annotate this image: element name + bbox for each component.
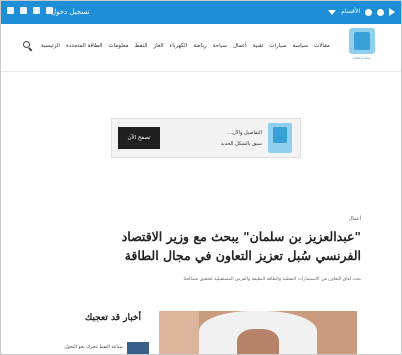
nav-item-gas[interactable]: الغاز	[153, 42, 163, 51]
article-headline[interactable]: "عبدالعزيز بن سلمان" يبحث مع وزير الاقتص…	[121, 227, 361, 265]
instagram-icon[interactable]	[7, 7, 14, 14]
article-summary: بحث آفاق التعاون في الاستثمارات النفطية …	[183, 277, 361, 282]
top-bar: تسجيل دخول الأقسام	[1, 1, 401, 24]
logo-subtitle: مجلة الطاقة	[353, 56, 371, 60]
nav-item-cars[interactable]: سيارات	[269, 42, 286, 51]
nav-item-tourism[interactable]: سياحة	[213, 42, 227, 51]
chevron-down-icon[interactable]	[328, 9, 337, 15]
nav-item-articles[interactable]: مقالات	[314, 42, 330, 51]
list-item[interactable]: صناعة النفط تتحرك نحو التحول	[59, 342, 149, 354]
page-frame: تسجيل دخول الأقسام الرئيسية الطاقة المتج…	[0, 0, 402, 355]
login-link[interactable]: تسجيل دخول	[51, 6, 90, 18]
ad-line-1: التفاصيل والآن…	[227, 130, 262, 136]
nav-item-business[interactable]: أعمال	[233, 42, 247, 51]
nav-item-home[interactable]: الرئيسية	[41, 42, 60, 51]
site-header: الرئيسية الطاقة المتجددة معلومات النفط ا…	[1, 24, 401, 72]
site-logo[interactable]: مجلة الطاقة	[345, 28, 379, 66]
ad-cta-button[interactable]: تصفح الآن	[118, 127, 160, 149]
nav-item-politics[interactable]: سياسة	[293, 42, 309, 51]
list-item-text: صناعة النفط تتحرك نحو التحول	[64, 345, 123, 350]
article-photo[interactable]	[159, 311, 357, 354]
nav-item-tech[interactable]: تقنية	[253, 42, 264, 51]
youtube-icon[interactable]	[20, 7, 27, 14]
search-icon[interactable]	[23, 41, 33, 52]
nav-item-electricity[interactable]: الكهرباء	[170, 42, 188, 51]
main-nav: الرئيسية الطاقة المتجددة معلومات النفط ا…	[41, 42, 351, 51]
ad-line-2: سيق بالشكل الجديد	[220, 141, 262, 147]
ad-banner[interactable]: التفاصيل والآن… سيق بالشكل الجديد تصفح ا…	[111, 118, 301, 158]
twitter-icon[interactable]	[33, 7, 40, 14]
nav-item-info[interactable]: معلومات	[108, 42, 128, 51]
nav-item-sports[interactable]: رياضة	[193, 42, 206, 51]
ad-logo	[268, 123, 292, 153]
sidebar-title: أخبار قد تعجبك	[84, 313, 141, 323]
play-icon[interactable]	[389, 8, 395, 16]
section-select[interactable]: الأقسام	[341, 6, 360, 18]
nav-item-renewable[interactable]: الطاقة المتجددة	[66, 42, 103, 51]
article-category[interactable]: أعمال	[349, 216, 361, 222]
social-links	[7, 7, 53, 14]
weather-icon	[377, 8, 384, 16]
thumbnail	[127, 342, 149, 354]
toggle-icon[interactable]	[365, 8, 372, 16]
topbar-controls: الأقسام	[328, 6, 395, 18]
nav-item-oil[interactable]: النفط	[135, 42, 148, 51]
